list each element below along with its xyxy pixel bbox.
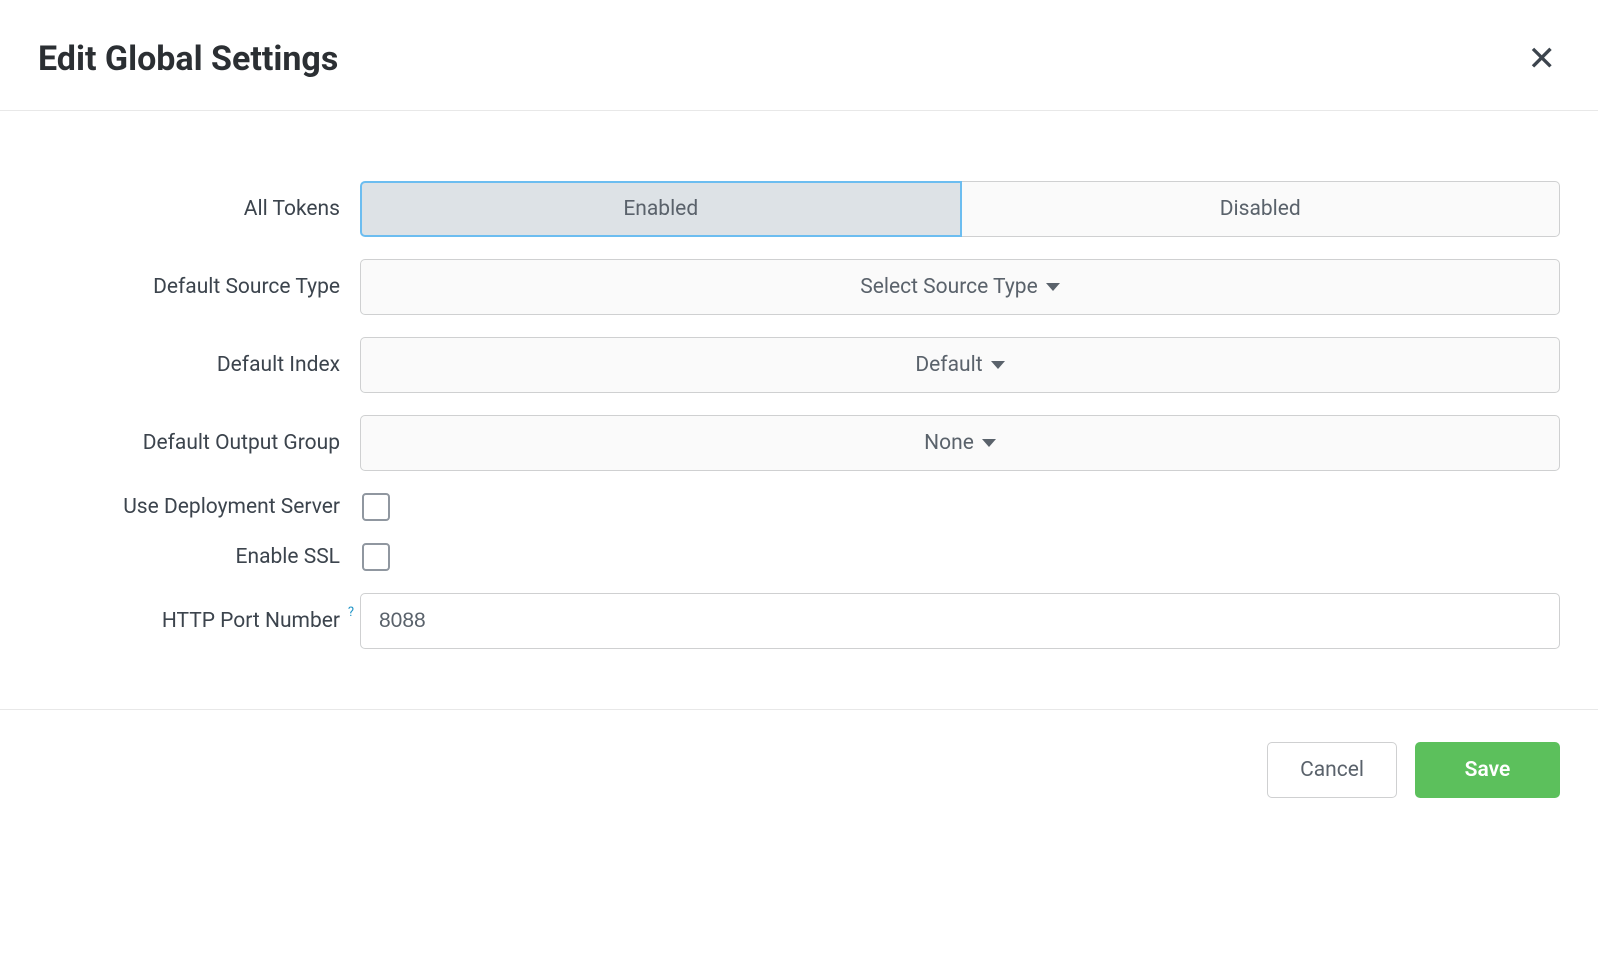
all-tokens-toggle-group: Enabled Disabled [360,181,1560,237]
edit-global-settings-modal: Edit Global Settings ✕ All Tokens Enable… [0,0,1598,838]
default-index-value: Default [915,353,982,377]
caret-down-icon [1046,283,1060,291]
label-all-tokens: All Tokens [38,197,360,221]
label-use-deployment-server: Use Deployment Server [38,495,360,519]
default-output-group-dropdown[interactable]: None [360,415,1560,471]
label-default-output-group: Default Output Group [38,431,360,455]
enable-ssl-checkbox[interactable] [362,543,390,571]
all-tokens-disabled-button[interactable]: Disabled [962,181,1561,237]
label-http-port-number-text: HTTP Port Number [162,609,340,633]
default-index-dropdown[interactable]: Default [360,337,1560,393]
save-button[interactable]: Save [1415,742,1560,798]
row-default-index: Default Index Default [38,337,1560,393]
label-http-port-number: HTTP Port Number ? [38,609,360,633]
row-http-port-number: HTTP Port Number ? [38,593,1560,649]
use-deployment-server-checkbox[interactable] [362,493,390,521]
modal-header: Edit Global Settings ✕ [0,0,1598,111]
caret-down-icon [991,361,1005,369]
row-default-output-group: Default Output Group None [38,415,1560,471]
label-default-index: Default Index [38,353,360,377]
row-enable-ssl: Enable SSL [38,543,1560,571]
row-all-tokens: All Tokens Enabled Disabled [38,181,1560,237]
caret-down-icon [982,439,996,447]
modal-title: Edit Global Settings [38,39,338,79]
cancel-button[interactable]: Cancel [1267,742,1397,798]
help-icon[interactable]: ? [348,605,354,620]
row-default-source-type: Default Source Type Select Source Type [38,259,1560,315]
label-default-source-type: Default Source Type [38,275,360,299]
modal-footer: Cancel Save [0,710,1598,838]
default-output-group-value: None [924,431,974,455]
modal-body: All Tokens Enabled Disabled Default Sour… [0,111,1598,710]
default-source-type-dropdown[interactable]: Select Source Type [360,259,1560,315]
all-tokens-enabled-button[interactable]: Enabled [360,181,962,237]
row-use-deployment-server: Use Deployment Server [38,493,1560,521]
label-enable-ssl: Enable SSL [38,545,360,569]
close-icon[interactable]: ✕ [1524,38,1561,80]
http-port-number-input[interactable] [360,593,1560,649]
default-source-type-value: Select Source Type [860,275,1037,299]
